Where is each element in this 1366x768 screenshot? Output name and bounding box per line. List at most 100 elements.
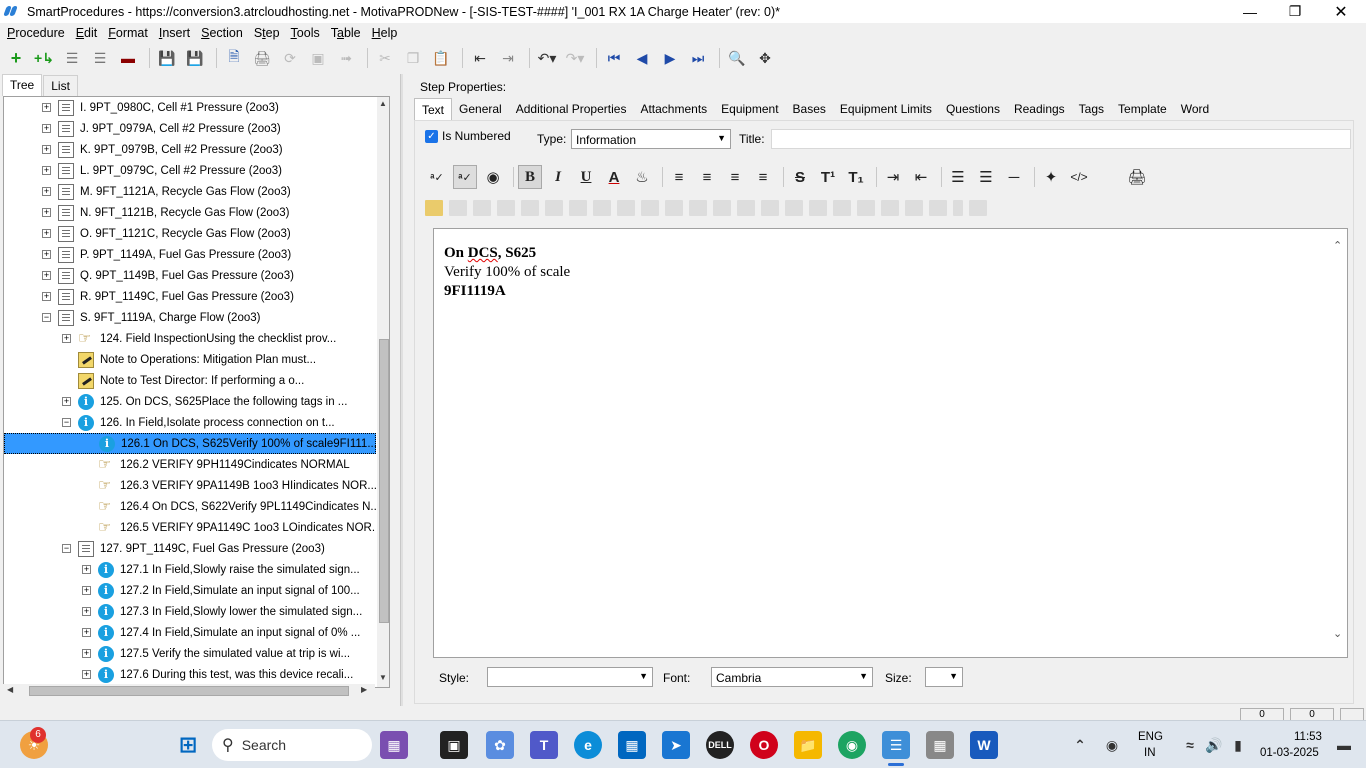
align-right-icon[interactable]: ≡ [723, 165, 747, 189]
notifications-icon[interactable]: ▬ [1330, 731, 1358, 759]
style-select[interactable]: ▼ [487, 667, 653, 687]
tree-node[interactable]: + N. 9FT_1121B, Recycle Gas Flow (2oo3) [4, 202, 376, 223]
expand-icon[interactable]: + [42, 292, 51, 301]
cell-valign-icon[interactable] [833, 200, 851, 216]
italic-button[interactable]: I [546, 165, 570, 189]
table-grid-icon[interactable] [545, 200, 563, 216]
numbered-list-icon[interactable]: ☰ [974, 165, 998, 189]
find-icon[interactable]: 🔍 [725, 46, 749, 70]
list-icon[interactable]: ☰ [60, 46, 84, 70]
tab-bases[interactable]: Bases [786, 98, 833, 120]
tree-node[interactable]: + R. 9PT_1149C, Fuel Gas Pressure (2oo3) [4, 286, 376, 307]
tree-node[interactable]: + M. 9FT_1121A, Recycle Gas Flow (2oo3) [4, 181, 376, 202]
expand-icon[interactable]: + [62, 334, 71, 343]
tree-node[interactable]: + I. 9PT_0980C, Cell #1 Pressure (2oo3) [4, 97, 376, 118]
chrome-icon[interactable]: ◉ [838, 731, 866, 759]
merge-cells-icon[interactable] [569, 200, 587, 216]
scroll-up-icon[interactable]: ▲ [379, 99, 387, 108]
expand-icon[interactable]: + [42, 271, 51, 280]
tab-attachments[interactable]: Attachments [633, 98, 714, 120]
first-icon[interactable]: ⏮ [602, 46, 626, 70]
dell-icon[interactable]: DELL [706, 731, 734, 759]
collapse-icon[interactable]: − [42, 313, 51, 322]
menu-item-4[interactable]: Section [197, 26, 247, 40]
column-props-icon[interactable] [665, 200, 683, 216]
source-code-icon[interactable]: </> [1067, 165, 1091, 189]
font-color-icon[interactable]: A [602, 165, 626, 189]
chevron-down-icon[interactable]: ⌄ [1333, 627, 1342, 640]
scroll-down-icon[interactable]: ▼ [379, 673, 387, 682]
menu-item-8[interactable]: Help [368, 26, 402, 40]
table-props-icon[interactable] [449, 200, 467, 216]
expand-icon[interactable]: + [42, 250, 51, 259]
menu-item-2[interactable]: Format [104, 26, 152, 40]
tree-node[interactable]: + ☞ 124. Field InspectionUsing the checkli… [4, 328, 376, 349]
collapse-icon[interactable]: − [62, 418, 71, 427]
expand-icon[interactable]: + [82, 649, 91, 658]
edge-icon[interactable]: e [574, 731, 602, 759]
expand-icon[interactable]: + [62, 397, 71, 406]
border-icon[interactable] [785, 200, 803, 216]
tab-tree[interactable]: Tree [2, 74, 43, 96]
underline-button[interactable]: U [574, 165, 598, 189]
move-icon[interactable]: ✥ [753, 46, 777, 70]
add-child-icon[interactable]: +↳ [32, 46, 56, 70]
menu-item-5[interactable]: Step [250, 26, 284, 40]
tab-list[interactable]: List [43, 75, 78, 96]
tree-node[interactable]: + i 127.1 In Field,Slowly raise the simula… [4, 559, 376, 580]
page-break-icon[interactable] [953, 200, 963, 216]
tab-questions[interactable]: Questions [939, 98, 1007, 120]
size-select[interactable]: ▼ [925, 667, 963, 687]
magic-wand-icon[interactable]: ✦ [1039, 165, 1063, 189]
copilot-icon[interactable]: ✿ [486, 731, 514, 759]
expand-icon[interactable]: + [42, 229, 51, 238]
tree-node[interactable]: − 127. 9PT_1149C, Fuel Gas Pressure (2oo3… [4, 538, 376, 559]
delete-table-icon[interactable] [473, 200, 491, 216]
copy-icon[interactable]: ❐ [401, 46, 425, 70]
delete-row-icon[interactable] [497, 200, 515, 216]
add-icon[interactable]: + [4, 46, 28, 70]
tree-node[interactable]: ☞ 126.2 VERIFY 9PH1149Cindicates NORMAL [4, 454, 376, 475]
preview-icon[interactable]: ▣ [306, 46, 330, 70]
bullet-list-icon[interactable]: ☰ [946, 165, 970, 189]
tree-node[interactable]: ☞ 126.4 On DCS, S622Verify 9PL1149Cindica… [4, 496, 376, 517]
clock-time[interactable]: 11:53 [1294, 731, 1322, 743]
cell-width-icon[interactable] [881, 200, 899, 216]
tab-text[interactable]: Text [414, 98, 453, 120]
save-all-icon[interactable]: 💾 [155, 46, 179, 70]
remote-app-icon[interactable]: ▦ [926, 731, 954, 759]
cell-padding-icon[interactable] [857, 200, 875, 216]
opera-icon[interactable]: O [750, 731, 778, 759]
battery-icon[interactable]: ▮ [1224, 731, 1252, 759]
type-select[interactable]: Information ▼ [571, 129, 731, 149]
increase-indent-icon[interactable]: ⇥ [881, 165, 905, 189]
expand-icon[interactable]: + [42, 145, 51, 154]
tree-node[interactable]: ☞ 126.5 VERIFY 9PA1149C 1oo3 LOindicates … [4, 517, 376, 538]
menu-item-0[interactable]: Procedure [3, 26, 69, 40]
split-cell-icon[interactable] [761, 200, 779, 216]
remove-icon[interactable]: ▬ [116, 46, 140, 70]
expand-icon[interactable]: + [82, 586, 91, 595]
arrow-app-icon[interactable]: ➤ [662, 731, 690, 759]
expand-icon[interactable]: + [82, 628, 91, 637]
tree-node[interactable]: ☞ 126.3 VERIFY 9PA1149B 1oo3 HIindicates … [4, 475, 376, 496]
tab-template[interactable]: Template [1111, 98, 1174, 120]
expand-icon[interactable]: + [42, 166, 51, 175]
tree-vertical-scrollbar[interactable]: ▲ ▼ [377, 97, 389, 687]
menu-item-6[interactable]: Tools [287, 26, 324, 40]
expand-icon[interactable]: + [42, 124, 51, 133]
tab-readings[interactable]: Readings [1007, 98, 1072, 120]
cell-align-icon[interactable] [809, 200, 827, 216]
refresh-icon[interactable]: ⟳ [278, 46, 302, 70]
tab-word[interactable]: Word [1174, 98, 1216, 120]
expand-icon[interactable]: + [42, 103, 51, 112]
next-icon[interactable]: ▶ [658, 46, 682, 70]
tree-node[interactable]: + J. 9PT_0979A, Cell #2 Pressure (2oo3) [4, 118, 376, 139]
tree-node[interactable]: + O. 9FT_1121C, Recycle Gas Flow (2oo3) [4, 223, 376, 244]
insert-table-icon[interactable] [425, 200, 443, 216]
menu-item-3[interactable]: Insert [155, 26, 194, 40]
tab-additional-properties[interactable]: Additional Properties [509, 98, 634, 120]
tree-node[interactable]: i 126.1 On DCS, S625Verify 100% of scale9… [4, 433, 376, 454]
menu-item-7[interactable]: Table [327, 26, 365, 40]
save-icon[interactable]: 💾 [183, 46, 207, 70]
